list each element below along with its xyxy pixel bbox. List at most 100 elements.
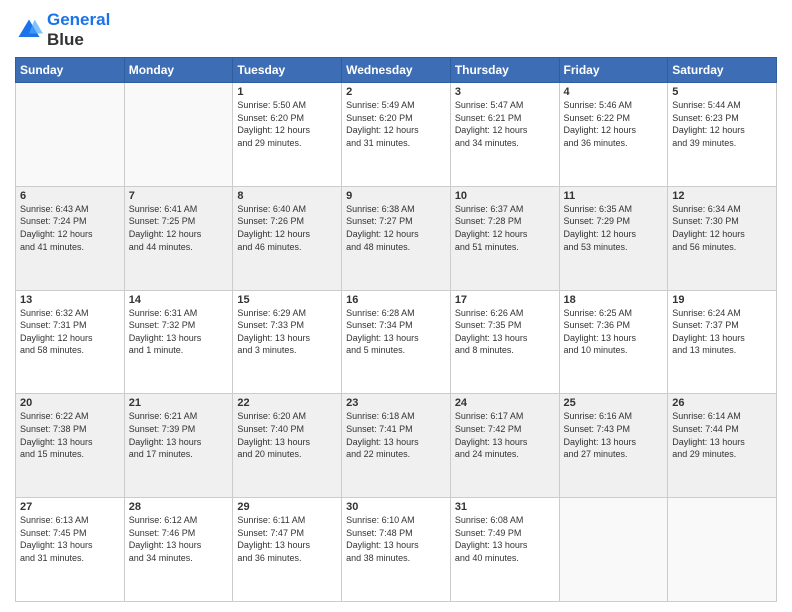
calendar-week-row: 6Sunrise: 6:43 AM Sunset: 7:24 PM Daylig… [16,186,777,290]
calendar-day-cell [16,83,125,187]
day-info: Sunrise: 6:26 AM Sunset: 7:35 PM Dayligh… [455,307,555,357]
day-number: 25 [564,397,664,409]
day-info: Sunrise: 6:29 AM Sunset: 7:33 PM Dayligh… [237,307,337,357]
calendar-day-cell: 26Sunrise: 6:14 AM Sunset: 7:44 PM Dayli… [668,394,777,498]
calendar-header-thursday: Thursday [450,58,559,83]
day-info: Sunrise: 5:47 AM Sunset: 6:21 PM Dayligh… [455,99,555,149]
day-number: 5 [672,86,772,98]
day-number: 28 [129,501,229,513]
day-info: Sunrise: 6:41 AM Sunset: 7:25 PM Dayligh… [129,203,229,253]
calendar-day-cell: 30Sunrise: 6:10 AM Sunset: 7:48 PM Dayli… [342,498,451,602]
day-info: Sunrise: 6:11 AM Sunset: 7:47 PM Dayligh… [237,514,337,564]
day-number: 27 [20,501,120,513]
calendar-day-cell: 31Sunrise: 6:08 AM Sunset: 7:49 PM Dayli… [450,498,559,602]
calendar-day-cell: 16Sunrise: 6:28 AM Sunset: 7:34 PM Dayli… [342,290,451,394]
calendar-day-cell [559,498,668,602]
calendar-day-cell: 24Sunrise: 6:17 AM Sunset: 7:42 PM Dayli… [450,394,559,498]
day-info: Sunrise: 6:28 AM Sunset: 7:34 PM Dayligh… [346,307,446,357]
page: General Blue SundayMondayTuesdayWednesda… [0,0,792,612]
day-number: 31 [455,501,555,513]
day-info: Sunrise: 6:10 AM Sunset: 7:48 PM Dayligh… [346,514,446,564]
day-info: Sunrise: 6:25 AM Sunset: 7:36 PM Dayligh… [564,307,664,357]
calendar-day-cell: 27Sunrise: 6:13 AM Sunset: 7:45 PM Dayli… [16,498,125,602]
day-number: 17 [455,294,555,306]
day-info: Sunrise: 6:14 AM Sunset: 7:44 PM Dayligh… [672,410,772,460]
day-number: 19 [672,294,772,306]
day-number: 22 [237,397,337,409]
day-info: Sunrise: 6:43 AM Sunset: 7:24 PM Dayligh… [20,203,120,253]
day-info: Sunrise: 5:49 AM Sunset: 6:20 PM Dayligh… [346,99,446,149]
calendar-day-cell: 28Sunrise: 6:12 AM Sunset: 7:46 PM Dayli… [124,498,233,602]
calendar-day-cell: 29Sunrise: 6:11 AM Sunset: 7:47 PM Dayli… [233,498,342,602]
day-number: 4 [564,86,664,98]
calendar-day-cell: 12Sunrise: 6:34 AM Sunset: 7:30 PM Dayli… [668,186,777,290]
logo-icon [15,16,43,44]
day-number: 1 [237,86,337,98]
day-number: 16 [346,294,446,306]
calendar-header-sunday: Sunday [16,58,125,83]
day-number: 21 [129,397,229,409]
calendar-day-cell [124,83,233,187]
day-number: 24 [455,397,555,409]
day-number: 29 [237,501,337,513]
day-number: 20 [20,397,120,409]
calendar-week-row: 13Sunrise: 6:32 AM Sunset: 7:31 PM Dayli… [16,290,777,394]
day-info: Sunrise: 6:32 AM Sunset: 7:31 PM Dayligh… [20,307,120,357]
calendar-header-row: SundayMondayTuesdayWednesdayThursdayFrid… [16,58,777,83]
calendar-day-cell: 22Sunrise: 6:20 AM Sunset: 7:40 PM Dayli… [233,394,342,498]
day-info: Sunrise: 5:46 AM Sunset: 6:22 PM Dayligh… [564,99,664,149]
header: General Blue [15,10,777,49]
calendar-header-monday: Monday [124,58,233,83]
day-number: 15 [237,294,337,306]
calendar-header-tuesday: Tuesday [233,58,342,83]
day-info: Sunrise: 6:24 AM Sunset: 7:37 PM Dayligh… [672,307,772,357]
day-info: Sunrise: 6:34 AM Sunset: 7:30 PM Dayligh… [672,203,772,253]
day-number: 8 [237,190,337,202]
calendar-day-cell: 18Sunrise: 6:25 AM Sunset: 7:36 PM Dayli… [559,290,668,394]
day-info: Sunrise: 6:22 AM Sunset: 7:38 PM Dayligh… [20,410,120,460]
calendar-week-row: 27Sunrise: 6:13 AM Sunset: 7:45 PM Dayli… [16,498,777,602]
day-info: Sunrise: 6:13 AM Sunset: 7:45 PM Dayligh… [20,514,120,564]
day-number: 18 [564,294,664,306]
day-info: Sunrise: 5:50 AM Sunset: 6:20 PM Dayligh… [237,99,337,149]
calendar-day-cell: 13Sunrise: 6:32 AM Sunset: 7:31 PM Dayli… [16,290,125,394]
calendar-day-cell: 21Sunrise: 6:21 AM Sunset: 7:39 PM Dayli… [124,394,233,498]
day-number: 6 [20,190,120,202]
day-number: 30 [346,501,446,513]
day-number: 14 [129,294,229,306]
calendar-day-cell: 9Sunrise: 6:38 AM Sunset: 7:27 PM Daylig… [342,186,451,290]
calendar-header-friday: Friday [559,58,668,83]
day-info: Sunrise: 6:35 AM Sunset: 7:29 PM Dayligh… [564,203,664,253]
day-info: Sunrise: 6:37 AM Sunset: 7:28 PM Dayligh… [455,203,555,253]
day-info: Sunrise: 6:08 AM Sunset: 7:49 PM Dayligh… [455,514,555,564]
calendar-day-cell: 10Sunrise: 6:37 AM Sunset: 7:28 PM Dayli… [450,186,559,290]
calendar-day-cell: 4Sunrise: 5:46 AM Sunset: 6:22 PM Daylig… [559,83,668,187]
calendar-day-cell: 11Sunrise: 6:35 AM Sunset: 7:29 PM Dayli… [559,186,668,290]
calendar-day-cell: 23Sunrise: 6:18 AM Sunset: 7:41 PM Dayli… [342,394,451,498]
day-number: 3 [455,86,555,98]
calendar-day-cell: 15Sunrise: 6:29 AM Sunset: 7:33 PM Dayli… [233,290,342,394]
calendar-day-cell: 3Sunrise: 5:47 AM Sunset: 6:21 PM Daylig… [450,83,559,187]
day-info: Sunrise: 5:44 AM Sunset: 6:23 PM Dayligh… [672,99,772,149]
day-number: 13 [20,294,120,306]
day-info: Sunrise: 6:40 AM Sunset: 7:26 PM Dayligh… [237,203,337,253]
day-info: Sunrise: 6:18 AM Sunset: 7:41 PM Dayligh… [346,410,446,460]
calendar-day-cell: 6Sunrise: 6:43 AM Sunset: 7:24 PM Daylig… [16,186,125,290]
day-info: Sunrise: 6:31 AM Sunset: 7:32 PM Dayligh… [129,307,229,357]
calendar-day-cell: 8Sunrise: 6:40 AM Sunset: 7:26 PM Daylig… [233,186,342,290]
logo: General Blue [15,10,110,49]
day-number: 26 [672,397,772,409]
calendar-day-cell: 17Sunrise: 6:26 AM Sunset: 7:35 PM Dayli… [450,290,559,394]
day-number: 11 [564,190,664,202]
calendar-day-cell [668,498,777,602]
day-number: 12 [672,190,772,202]
day-info: Sunrise: 6:16 AM Sunset: 7:43 PM Dayligh… [564,410,664,460]
day-info: Sunrise: 6:38 AM Sunset: 7:27 PM Dayligh… [346,203,446,253]
day-number: 2 [346,86,446,98]
day-number: 7 [129,190,229,202]
day-info: Sunrise: 6:21 AM Sunset: 7:39 PM Dayligh… [129,410,229,460]
calendar-day-cell: 5Sunrise: 5:44 AM Sunset: 6:23 PM Daylig… [668,83,777,187]
calendar-day-cell: 20Sunrise: 6:22 AM Sunset: 7:38 PM Dayli… [16,394,125,498]
calendar-header-wednesday: Wednesday [342,58,451,83]
calendar-day-cell: 2Sunrise: 5:49 AM Sunset: 6:20 PM Daylig… [342,83,451,187]
